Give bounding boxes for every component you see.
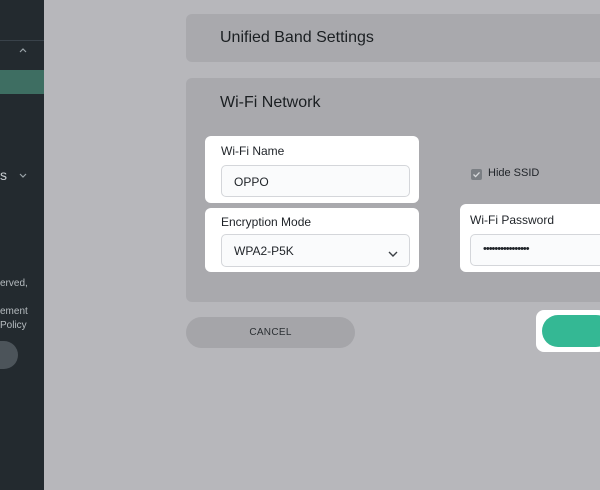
chevron-up-icon[interactable] — [18, 46, 28, 56]
sidebar-toggle-button[interactable] — [0, 341, 18, 369]
wifi-password-card: Wi-Fi Password •••••••••••••••• — [460, 204, 600, 272]
cancel-button[interactable]: CANCEL — [186, 317, 355, 348]
wifi-name-value: OPPO — [234, 175, 269, 189]
wifi-name-card: Wi-Fi Name OPPO — [205, 136, 419, 203]
hide-ssid-label[interactable]: Hide SSID — [488, 167, 539, 179]
checkmark-icon — [473, 171, 480, 178]
unified-band-panel[interactable]: Unified Band Settings — [186, 14, 600, 62]
wifi-name-label: Wi-Fi Name — [221, 144, 285, 158]
sidebar-item-label[interactable]: s — [0, 167, 7, 183]
unified-band-title: Unified Band Settings — [220, 29, 374, 46]
save-button[interactable] — [542, 315, 600, 347]
sidebar-divider — [0, 40, 44, 41]
chevron-down-icon — [387, 246, 399, 264]
wifi-network-title: Wi-Fi Network — [220, 94, 321, 111]
wifi-password-value: •••••••••••••••• — [483, 243, 530, 255]
encryption-mode-label: Encryption Mode — [221, 215, 312, 229]
sidebar-footer-line: erved, — [0, 278, 28, 289]
sidebar-footer-line[interactable]: Policy — [0, 320, 27, 331]
sidebar-footer-line[interactable]: ement — [0, 306, 28, 317]
wifi-password-label: Wi-Fi Password — [470, 213, 555, 227]
wifi-password-input[interactable]: •••••••••••••••• — [470, 234, 600, 266]
save-button-highlight — [536, 310, 600, 352]
sidebar: s erved, ement Policy — [0, 0, 44, 490]
sidebar-item-active[interactable] — [0, 70, 44, 94]
encryption-mode-value: WPA2-P5K — [234, 244, 294, 258]
wifi-name-input[interactable]: OPPO — [221, 165, 410, 197]
encryption-mode-card: Encryption Mode WPA2-P5K — [205, 208, 419, 272]
chevron-down-icon[interactable] — [18, 170, 28, 183]
encryption-mode-select[interactable]: WPA2-P5K — [221, 234, 410, 267]
hide-ssid-checkbox[interactable] — [471, 169, 482, 180]
